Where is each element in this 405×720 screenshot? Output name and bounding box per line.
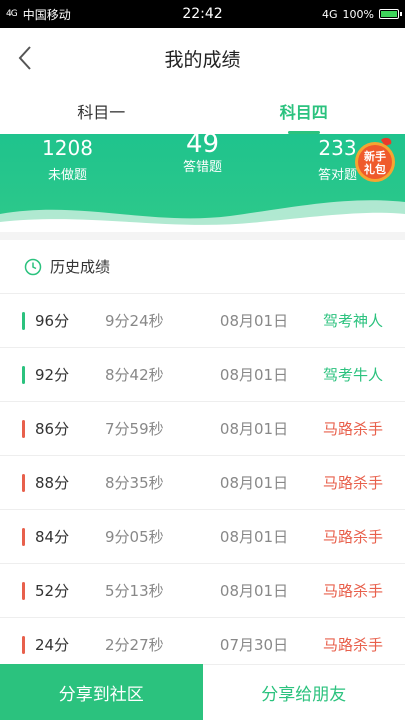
result-indicator bbox=[22, 635, 25, 654]
result-indicator bbox=[22, 419, 25, 438]
section-divider bbox=[0, 232, 405, 240]
result-indicator bbox=[22, 527, 25, 546]
tab-subject-one[interactable]: 科目一 bbox=[0, 88, 203, 134]
duration: 8分42秒 bbox=[105, 366, 164, 384]
clock-icon bbox=[24, 258, 42, 275]
rank-tag: 马路杀手 bbox=[322, 582, 383, 600]
gift-badge-line2: 礼包 bbox=[364, 162, 386, 176]
duration: 8分35秒 bbox=[105, 474, 164, 492]
score: 24分 bbox=[35, 636, 70, 654]
stat-unanswered[interactable]: 1208 未做题 bbox=[0, 134, 135, 183]
score: 96分 bbox=[35, 312, 70, 330]
result-indicator bbox=[22, 473, 25, 492]
rank-tag: 马路杀手 bbox=[322, 420, 383, 438]
clock: 22:42 bbox=[182, 6, 223, 22]
history-title: 历史成绩 bbox=[50, 258, 111, 276]
score: 92分 bbox=[35, 366, 70, 384]
subject-tabs: 科目一 科目四 bbox=[0, 88, 405, 134]
back-arrow-icon[interactable] bbox=[14, 44, 38, 72]
exam-date: 07月30日 bbox=[219, 636, 289, 654]
nav-header: 我的成绩 bbox=[0, 28, 405, 88]
share-community-button[interactable]: 分享到社区 bbox=[0, 664, 203, 720]
status-bar: 4G 中国移动 22:42 4G 100% bbox=[0, 0, 405, 28]
stat-label: 答错题 bbox=[182, 160, 222, 175]
history-row[interactable]: 86分 7分59秒 08月01日 马路杀手 bbox=[0, 402, 405, 456]
gift-package-icon[interactable]: 新手 礼包 bbox=[351, 136, 399, 184]
score: 84分 bbox=[35, 528, 70, 546]
share-footer: 分享到社区 分享给朋友 bbox=[0, 664, 405, 720]
score: 86分 bbox=[35, 420, 70, 438]
gift-badge-line1: 新手 bbox=[364, 149, 386, 163]
score: 88分 bbox=[35, 474, 70, 492]
rank-tag: 驾考神人 bbox=[322, 312, 383, 330]
history-row[interactable]: 84分 9分05秒 08月01日 马路杀手 bbox=[0, 510, 405, 564]
tab-subject-four[interactable]: 科目四 bbox=[203, 88, 405, 134]
exam-date: 08月01日 bbox=[219, 474, 289, 492]
history-row[interactable]: 96分 9分24秒 08月01日 驾考神人 bbox=[0, 294, 405, 348]
rank-tag: 驾考牛人 bbox=[322, 366, 383, 384]
stat-wrong[interactable]: 49 答错题 bbox=[135, 134, 270, 183]
history-header: 历史成绩 bbox=[0, 240, 405, 294]
history-row[interactable]: 88分 8分35秒 08月01日 马路杀手 bbox=[0, 456, 405, 510]
result-indicator bbox=[22, 365, 25, 384]
history-list: 96分 9分24秒 08月01日 驾考神人 92分 8分42秒 08月01日 驾考牛人 86分 7… bbox=[0, 294, 405, 672]
exam-date: 08月01日 bbox=[219, 420, 289, 438]
battery-icon bbox=[379, 9, 402, 19]
exam-date: 08月01日 bbox=[219, 312, 289, 330]
result-indicator bbox=[22, 311, 25, 330]
wave-decoration bbox=[0, 200, 405, 232]
duration: 9分05秒 bbox=[105, 528, 164, 546]
history-row[interactable]: 52分 5分13秒 08月01日 马路杀手 bbox=[0, 564, 405, 618]
stats-banner: 1208 未做题 49 答错题 233 答对题 新手 礼包 bbox=[0, 134, 405, 232]
rank-tag: 马路杀手 bbox=[322, 528, 383, 546]
page-title: 我的成绩 bbox=[164, 48, 241, 71]
result-indicator bbox=[22, 581, 25, 600]
duration: 7分59秒 bbox=[105, 420, 164, 438]
history-row[interactable]: 92分 8分42秒 08月01日 驾考牛人 bbox=[0, 348, 405, 402]
score: 52分 bbox=[35, 582, 70, 600]
rank-tag: 马路杀手 bbox=[322, 474, 383, 492]
stat-label: 未做题 bbox=[47, 168, 87, 183]
exam-date: 08月01日 bbox=[219, 528, 289, 546]
duration: 5分13秒 bbox=[105, 582, 164, 600]
rank-tag: 马路杀手 bbox=[322, 636, 383, 654]
stat-value: 1208 bbox=[42, 136, 93, 160]
exam-date: 08月01日 bbox=[219, 366, 289, 384]
duration: 9分24秒 bbox=[105, 312, 164, 330]
duration: 2分27秒 bbox=[105, 636, 164, 654]
exam-date: 08月01日 bbox=[219, 582, 289, 600]
share-friends-button[interactable]: 分享给朋友 bbox=[202, 664, 405, 720]
